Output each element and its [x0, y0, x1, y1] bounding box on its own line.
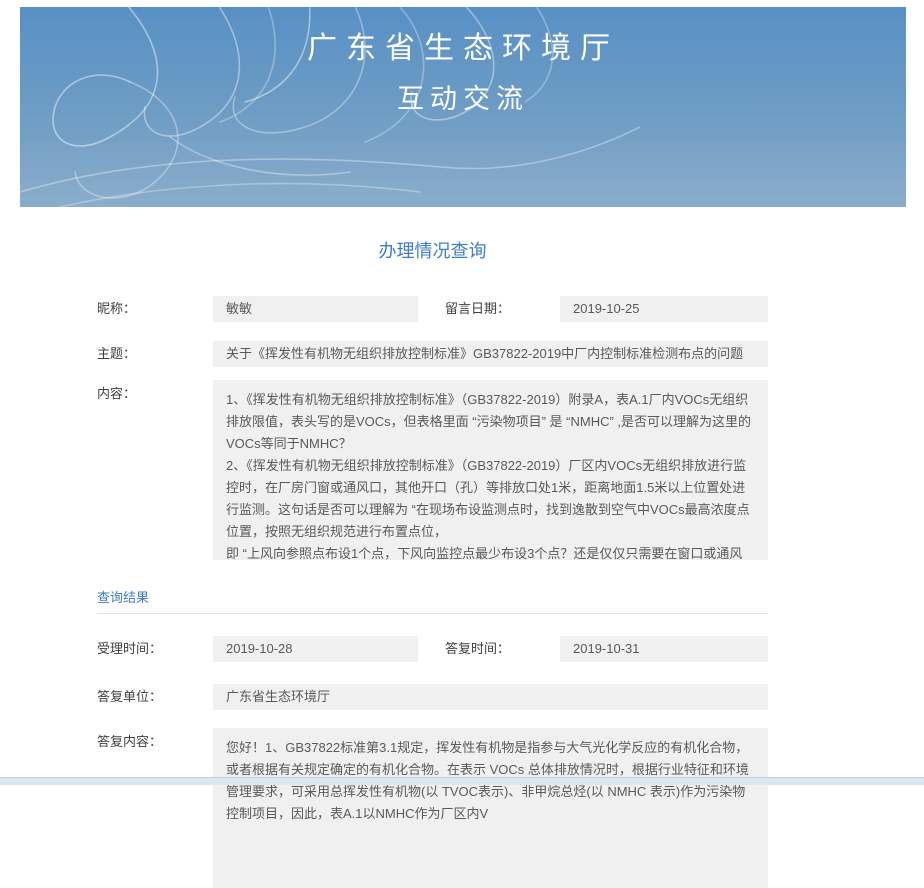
- banner-titles: 广东省生态环境厅 互动交流: [20, 31, 906, 116]
- message-date-field[interactable]: 2019-10-25: [560, 296, 768, 322]
- section-title: 互动交流: [20, 82, 906, 116]
- accept-time-field[interactable]: 2019-10-28: [213, 636, 418, 662]
- results-section-heading: 查询结果: [97, 587, 149, 606]
- content-field[interactable]: 1、《挥发性有机物无组织排放控制标准》（GB37822-2019）附录A，表A.…: [213, 380, 768, 560]
- horizontal-scrollbar[interactable]: [0, 777, 924, 785]
- subject-field[interactable]: 关于《挥发性有机物无组织排放控制标准》GB37822-2019中厂内控制标准检测…: [213, 341, 768, 367]
- message-date-label: 留言日期：: [445, 296, 510, 322]
- site-title: 广东省生态环境厅: [20, 31, 906, 67]
- reply-content-field[interactable]: 您好！1、GB37822标准第3.1规定，挥发性有机物是指参与大气光化学反应的有…: [213, 728, 768, 888]
- reply-time-field[interactable]: 2019-10-31: [560, 636, 768, 662]
- header-banner: 广东省生态环境厅 互动交流: [20, 7, 906, 207]
- nickname-label: 昵称：: [97, 296, 136, 322]
- reply-unit-label: 答复单位：: [97, 684, 162, 710]
- section-divider: [97, 613, 768, 614]
- reply-time-label: 答复时间：: [445, 636, 510, 662]
- reply-content-label: 答复内容：: [97, 729, 162, 755]
- subject-label: 主题：: [97, 341, 136, 367]
- nickname-field[interactable]: 敏敏: [213, 296, 418, 322]
- page-title: 办理情况查询: [97, 237, 768, 263]
- content-label: 内容：: [97, 381, 136, 407]
- reply-unit-field[interactable]: 广东省生态环境厅: [213, 684, 768, 710]
- accept-time-label: 受理时间：: [97, 636, 162, 662]
